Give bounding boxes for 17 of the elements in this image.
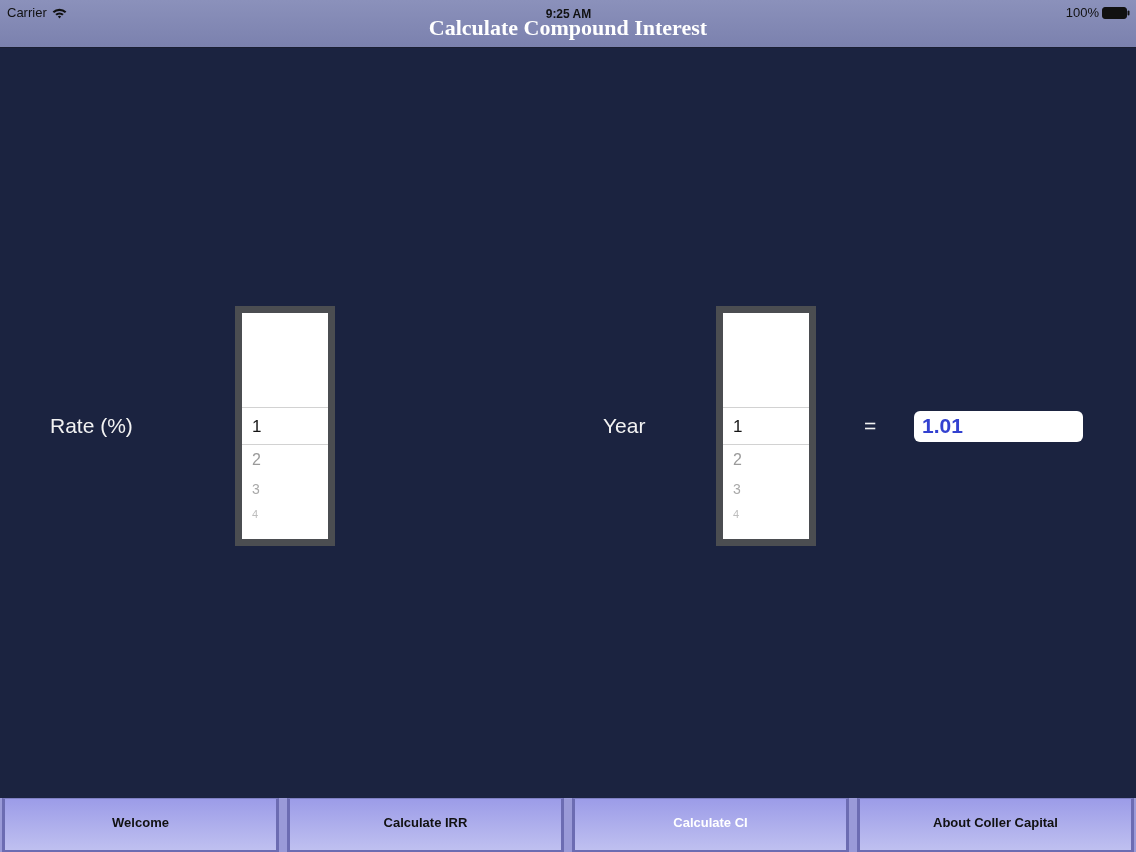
tab[interactable]: About Coller Capital	[857, 798, 1134, 852]
equals-sign: =	[864, 414, 877, 438]
year-label: Year	[603, 414, 646, 438]
screen-title: Calculate Compound Interest	[428, 18, 708, 38]
result-field[interactable]: 1.01	[914, 410, 1083, 442]
wifi-icon	[51, 7, 67, 19]
battery-icon	[1102, 7, 1130, 19]
picker-wheel[interactable]: 1 2 3 4	[716, 306, 816, 546]
picker-item[interactable]: 1	[252, 417, 262, 435]
clock-time: 9:25 AM	[545, 7, 592, 21]
picker-wheel[interactable]: 1 2 3 4	[235, 306, 335, 546]
tab[interactable]: Welcome	[2, 798, 279, 852]
battery-percent: 100%	[1065, 6, 1099, 20]
carrier-label: Carrier	[7, 6, 47, 20]
tab[interactable]: Calculate IRR	[287, 798, 564, 852]
rate-label: Rate (%)	[50, 414, 133, 438]
picker-item[interactable]: 1	[733, 417, 743, 435]
